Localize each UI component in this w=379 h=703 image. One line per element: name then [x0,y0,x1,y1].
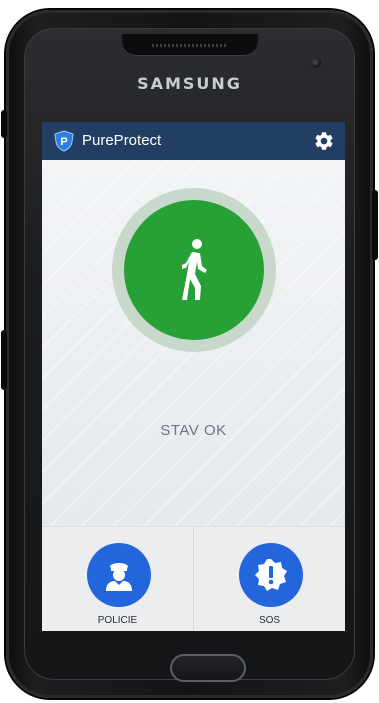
device-brand: SAMSUNG [137,74,242,93]
police-officer-icon [106,563,132,591]
sos-button[interactable] [239,543,303,607]
shield-logo-icon: P [54,130,74,152]
front-camera [311,58,321,68]
police-button[interactable] [87,543,151,607]
status-text: STAV OK [160,422,227,439]
police-action[interactable]: POLICIE [42,527,193,631]
side-button-left-lower [1,330,7,390]
sos-action[interactable]: SOS [194,527,345,631]
status-indicator-ring [112,188,276,352]
side-button-left [1,110,7,138]
app-bar: P PureProtect [42,122,345,160]
side-button-right [372,190,378,260]
gear-icon[interactable] [313,130,335,152]
status-panel: STAV OK [42,160,345,526]
app-screen: P PureProtect STAV OK POLICIE SOS [42,122,345,631]
home-button[interactable] [170,654,246,682]
police-label: POLICIE [97,615,138,626]
walking-person-icon [182,239,207,300]
logo-letter: P [60,136,67,148]
action-bar: POLICIE SOS [42,526,345,631]
alert-badge-icon [255,559,287,591]
earpiece-speaker [122,34,258,56]
app-title: PureProtect [82,132,162,149]
sos-label: SOS [258,615,281,626]
speaker-grill [152,44,228,47]
status-indicator-button[interactable] [124,200,264,340]
